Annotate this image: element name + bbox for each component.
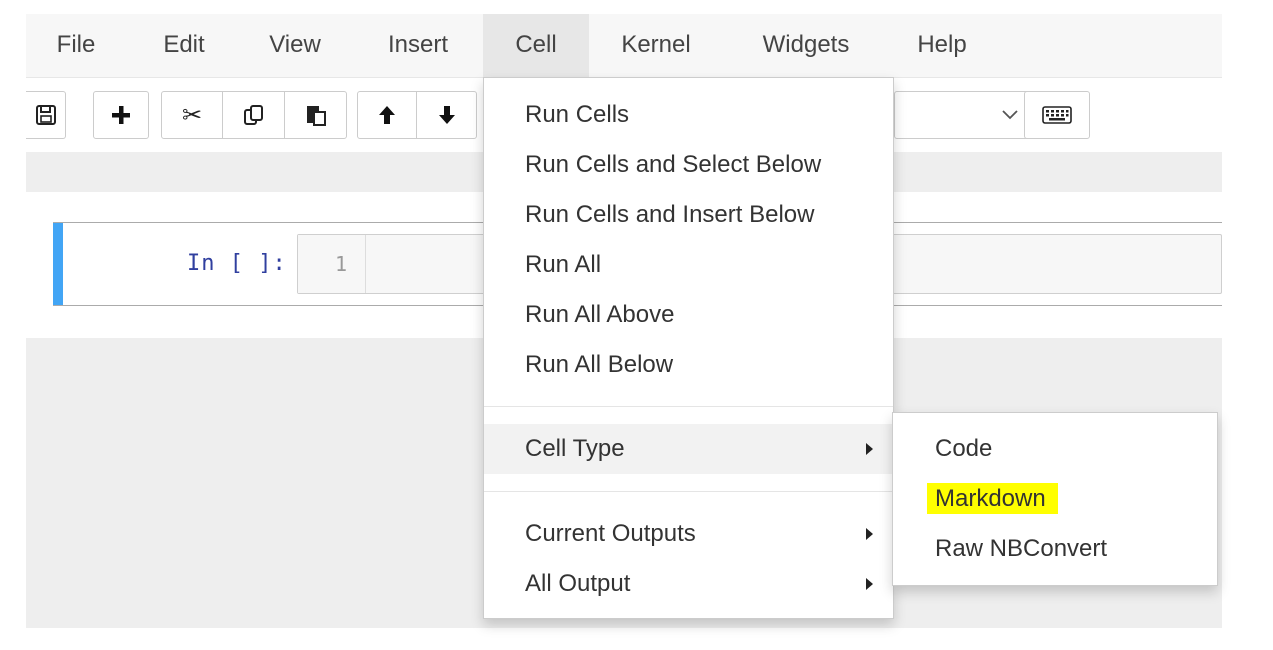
menu-divider bbox=[484, 491, 893, 492]
menu-item-run-all-above[interactable]: Run All Above bbox=[484, 290, 893, 340]
cell-selection-bar bbox=[53, 223, 63, 305]
insert-cell-button[interactable] bbox=[93, 91, 149, 139]
move-button-group bbox=[357, 91, 477, 139]
menu-edit[interactable]: Edit bbox=[146, 14, 222, 78]
cell-type-submenu: Code Markdown Raw NBConvert bbox=[892, 412, 1218, 586]
menu-item-run-cells[interactable]: Run Cells bbox=[484, 90, 893, 140]
menu-file[interactable]: File bbox=[38, 14, 114, 78]
line-number: 1 bbox=[298, 235, 366, 293]
menu-kernel[interactable]: Kernel bbox=[606, 14, 706, 78]
save-icon bbox=[35, 105, 56, 125]
menu-widgets[interactable]: Widgets bbox=[748, 14, 864, 78]
paste-icon bbox=[306, 106, 326, 126]
chevron-down-icon bbox=[1002, 110, 1018, 120]
command-palette-button[interactable] bbox=[1024, 91, 1090, 139]
menu-insert[interactable]: Insert bbox=[371, 14, 465, 78]
scissors-icon: ✂ bbox=[181, 101, 203, 129]
menu-item-run-cells-select-below[interactable]: Run Cells and Select Below bbox=[484, 140, 893, 190]
menu-item-current-outputs-label: Current Outputs bbox=[525, 520, 696, 547]
menu-item-current-outputs[interactable]: Current Outputs bbox=[484, 509, 893, 559]
arrow-up-icon bbox=[379, 106, 395, 124]
caret-right-icon bbox=[866, 443, 873, 455]
move-down-button[interactable] bbox=[417, 92, 476, 138]
cell-dropdown-menu: Run Cells Run Cells and Select Below Run… bbox=[483, 77, 894, 619]
menu-item-all-output-label: All Output bbox=[525, 570, 631, 597]
menu-item-run-cells-insert-below[interactable]: Run Cells and Insert Below bbox=[484, 190, 893, 240]
plus-icon bbox=[112, 106, 130, 124]
keyboard-icon bbox=[1042, 106, 1072, 124]
cell-type-select[interactable] bbox=[894, 91, 1034, 139]
menu-view[interactable]: View bbox=[254, 14, 336, 78]
edit-button-group: ✂ bbox=[161, 91, 347, 139]
menu-divider bbox=[484, 406, 893, 407]
menu-item-cell-type[interactable]: Cell Type bbox=[484, 424, 893, 474]
cut-button[interactable]: ✂ bbox=[162, 92, 223, 138]
menu-item-run-all-below[interactable]: Run All Below bbox=[484, 340, 893, 390]
paste-button[interactable] bbox=[285, 92, 346, 138]
menubar: File Edit View Insert Cell Kernel Widget… bbox=[26, 14, 1222, 78]
menu-item-run-all[interactable]: Run All bbox=[484, 240, 893, 290]
arrow-down-icon bbox=[438, 106, 455, 124]
menu-help[interactable]: Help bbox=[902, 14, 982, 78]
submenu-item-markdown[interactable]: Markdown bbox=[893, 474, 1217, 524]
copy-icon bbox=[243, 105, 263, 125]
caret-right-icon bbox=[866, 528, 873, 540]
caret-right-icon bbox=[866, 578, 873, 590]
menu-item-all-output[interactable]: All Output bbox=[484, 559, 893, 609]
move-up-button[interactable] bbox=[358, 92, 418, 138]
submenu-item-raw-nbconvert[interactable]: Raw NBConvert bbox=[893, 524, 1217, 574]
copy-button[interactable] bbox=[223, 92, 285, 138]
submenu-item-markdown-label: Markdown bbox=[927, 483, 1058, 514]
submenu-item-code[interactable]: Code bbox=[893, 424, 1217, 474]
menu-cell[interactable]: Cell bbox=[483, 14, 589, 78]
input-prompt: In [ ]: bbox=[187, 251, 287, 276]
save-button[interactable] bbox=[26, 91, 66, 139]
menu-item-cell-type-label: Cell Type bbox=[525, 435, 625, 462]
